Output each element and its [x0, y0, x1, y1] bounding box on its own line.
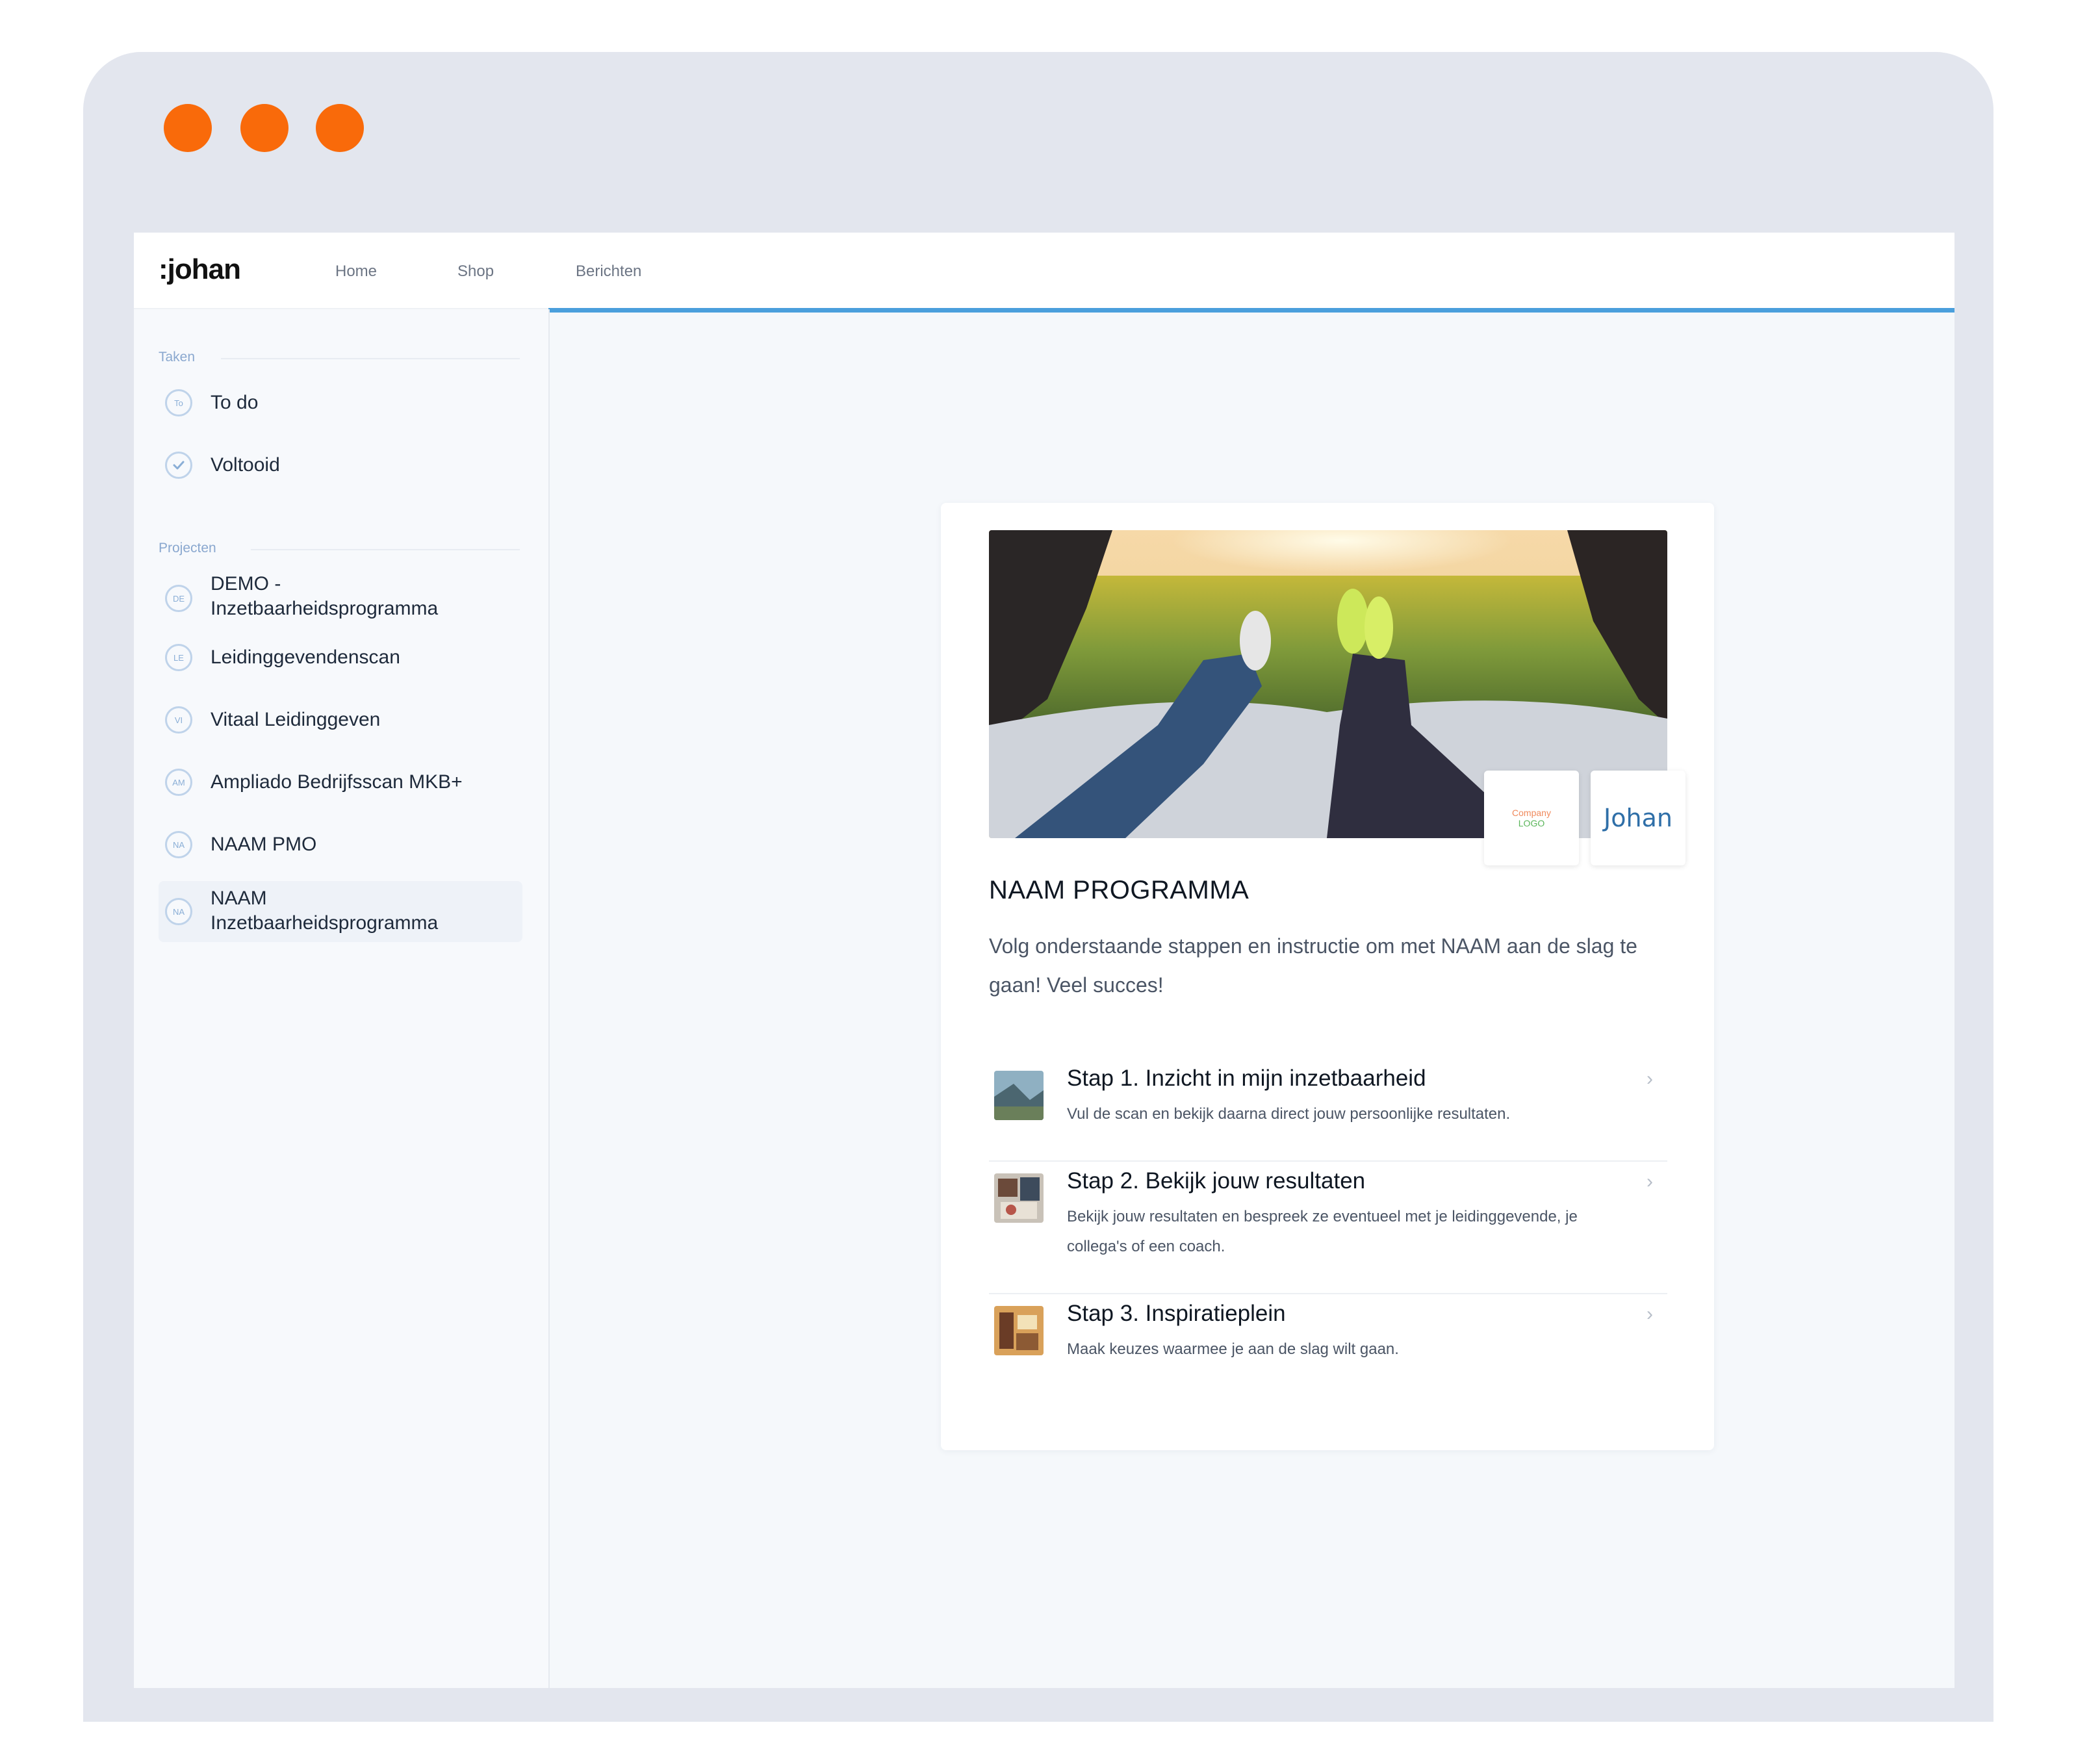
- top-navigation: :johan Home Shop Berichten: [134, 233, 1954, 309]
- project-icon: LE: [165, 644, 192, 671]
- sidebar-item-label: To do: [211, 392, 259, 413]
- nav-home-link[interactable]: Home: [335, 262, 377, 281]
- nav-berichten-link[interactable]: Berichten: [576, 262, 641, 281]
- window-titlebar: [83, 52, 1993, 201]
- project-icon: NA: [165, 898, 192, 925]
- chevron-right-icon: ›: [1647, 1303, 1653, 1325]
- sidebar-item-label: Vitaal Leidinggeven: [211, 709, 381, 730]
- johan-logo[interactable]: :johan: [159, 253, 241, 286]
- step-1-title: Stap 1. Inzicht in mijn inzetbaarheid: [1067, 1066, 1426, 1091]
- project-icon: VI: [165, 706, 192, 734]
- sidebar-item-voltooid[interactable]: Voltooid: [159, 446, 522, 485]
- app-viewport: :johan Home Shop Berichten Taken To To d…: [134, 233, 1954, 1688]
- sidebar-item-label: NAAM PMO: [211, 834, 317, 855]
- step-2-title: Stap 2. Bekijk jouw resultaten: [1067, 1168, 1366, 1194]
- check-icon: [165, 452, 192, 479]
- program-card: Company LOGO Johan NAAM PROGRAMMA Volg o…: [941, 503, 1714, 1450]
- window-maximize-dot[interactable]: [316, 104, 364, 152]
- sidebar-item-demo-inzetbaarheidsprogramma[interactable]: DE DEMO - Inzetbaarheidsprogramma: [159, 569, 522, 628]
- company-logo-box: Company LOGO: [1484, 771, 1579, 865]
- step-1-description: Vul de scan en bekijk daarna direct jouw…: [1067, 1105, 1511, 1123]
- step-2-description: Bekijk jouw resultaten en bespreek ze ev…: [1067, 1208, 1578, 1255]
- program-intro-text: Volg onderstaande stappen en instructie …: [989, 934, 1637, 997]
- nav-shop-link[interactable]: Shop: [457, 262, 494, 281]
- sidebar-item-naam-pmo[interactable]: NA NAAM PMO: [159, 825, 522, 864]
- sidebar-item-vitaal-leidinggeven[interactable]: VI Vitaal Leidinggeven: [159, 700, 522, 739]
- project-icon: DE: [165, 585, 192, 612]
- step-divider: [989, 1293, 1667, 1294]
- step-3-thumbnail: [994, 1306, 1044, 1355]
- sidebar-item-label: DEMO - Inzetbaarheidsprogramma: [211, 573, 439, 619]
- sidebar-item-label: Leidinggevendenscan: [211, 646, 400, 668]
- chevron-right-icon: ›: [1647, 1068, 1653, 1090]
- sidebar-item-ampliado-bedrijfsscan[interactable]: AM Ampliado Bedrijfsscan MKB+: [159, 763, 522, 802]
- sidebar-section-taken: Taken: [159, 350, 196, 364]
- sidebar-section-projecten: Projecten: [159, 541, 216, 556]
- project-icon: AM: [165, 769, 192, 796]
- window-minimize-dot[interactable]: [240, 104, 288, 152]
- sidebar-item-leidinggevendenscan[interactable]: LE Leidinggevendenscan: [159, 638, 522, 677]
- program-title: NAAM PROGRAMMA: [989, 876, 1249, 904]
- sidebar-item-label: NAAM Inzetbaarheidsprogramma: [211, 888, 439, 934]
- step-3-title: Stap 3. Inspiratieplein: [1067, 1301, 1286, 1326]
- step-2-thumbnail: [994, 1173, 1044, 1223]
- sidebar-item-todo[interactable]: To To do: [159, 383, 522, 422]
- sidebar-item-naam-inzetbaarheidsprogramma[interactable]: NA NAAM Inzetbaarheidsprogramma: [159, 881, 522, 942]
- chevron-right-icon: ›: [1647, 1171, 1653, 1192]
- browser-window: :johan Home Shop Berichten Taken To To d…: [83, 52, 1993, 1722]
- window-close-dot[interactable]: [164, 104, 212, 152]
- step-3-item[interactable]: Stap 3. Inspiratieplein Maak keuzes waar…: [989, 1301, 1667, 1372]
- step-divider: [989, 1160, 1667, 1162]
- step-3-description: Maak keuzes waarmee je aan de slag wilt …: [1067, 1340, 1399, 1358]
- sidebar: Taken To To do Voltooid Projecten DE DEM…: [134, 309, 550, 1688]
- project-icon: NA: [165, 831, 192, 858]
- step-2-item[interactable]: Stap 2. Bekijk jouw resultaten Bekijk jo…: [989, 1168, 1667, 1285]
- main-content: Company LOGO Johan NAAM PROGRAMMA Volg o…: [550, 313, 1954, 1688]
- todo-icon: To: [165, 389, 192, 416]
- section-divider: [251, 549, 520, 550]
- step-1-thumbnail: [994, 1071, 1044, 1120]
- section-divider: [221, 358, 520, 359]
- company-logo-subtext: LOGO: [1518, 818, 1545, 828]
- company-logo-text: Company: [1512, 808, 1551, 818]
- step-1-item[interactable]: Stap 1. Inzicht in mijn inzetbaarheid Vu…: [989, 1066, 1667, 1137]
- active-tab-underline: [548, 308, 1954, 313]
- sidebar-item-label: Voltooid: [211, 454, 280, 476]
- johan-brand-logo-box: Johan: [1591, 771, 1685, 865]
- sidebar-item-label: Ampliado Bedrijfsscan MKB+: [211, 771, 463, 793]
